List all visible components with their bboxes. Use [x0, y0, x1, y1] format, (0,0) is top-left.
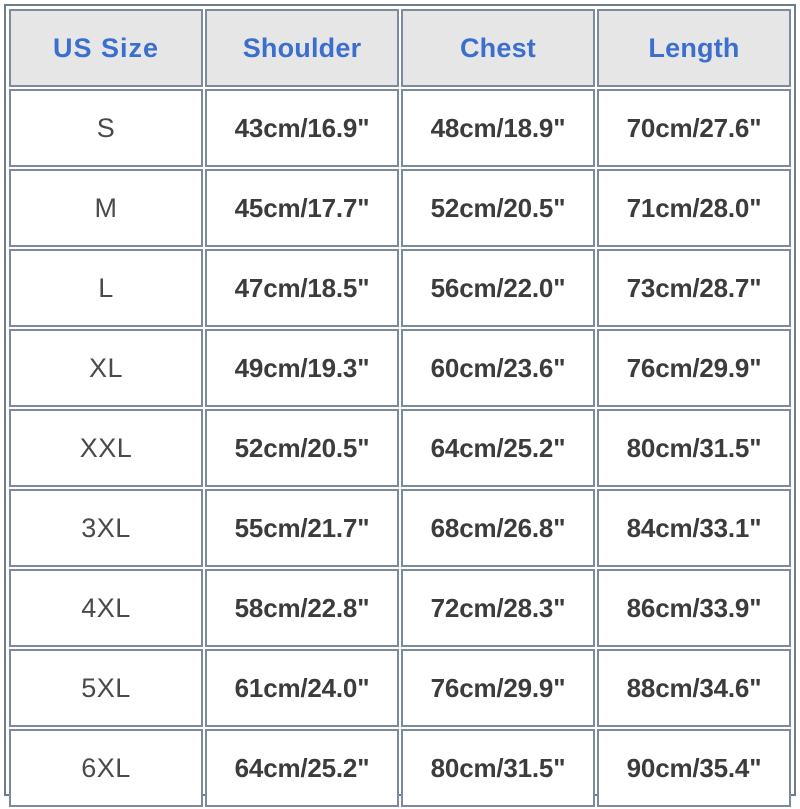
cell-length-value: 88cm/34.6"	[626, 673, 762, 703]
cell-size: 4XL	[9, 569, 203, 647]
cell-shoulder-value: 64cm/25.2"	[234, 753, 370, 783]
cell-chest-value: 60cm/23.6"	[430, 353, 566, 383]
cell-shoulder: 52cm/20.5"	[205, 409, 399, 487]
table-row: 5XL 61cm/24.0" 76cm/29.9" 88cm/34.6"	[9, 649, 791, 727]
cell-length: 86cm/33.9"	[597, 569, 791, 647]
cell-length-value: 80cm/31.5"	[626, 433, 762, 463]
table-body: S 43cm/16.9" 48cm/18.9" 70cm/27.6" M 45c…	[9, 89, 791, 807]
cell-length-value: 90cm/35.4"	[626, 753, 762, 783]
size-chart-table: US Size Shoulder Chest Length S 43cm/16.…	[7, 7, 793, 809]
cell-shoulder: 43cm/16.9"	[205, 89, 399, 167]
table-row: XXL 52cm/20.5" 64cm/25.2" 80cm/31.5"	[9, 409, 791, 487]
cell-size-value: 3XL	[81, 512, 131, 543]
cell-shoulder: 58cm/22.8"	[205, 569, 399, 647]
column-header-us-size-label: US Size	[52, 32, 160, 63]
cell-length: 70cm/27.6"	[597, 89, 791, 167]
table-row: 3XL 55cm/21.7" 68cm/26.8" 84cm/33.1"	[9, 489, 791, 567]
cell-size-value: XL	[88, 352, 124, 383]
cell-length: 84cm/33.1"	[597, 489, 791, 567]
cell-size: S	[9, 89, 203, 167]
cell-shoulder: 49cm/19.3"	[205, 329, 399, 407]
cell-chest-value: 56cm/22.0"	[430, 273, 566, 303]
column-header-us-size: US Size	[9, 9, 203, 87]
cell-chest: 76cm/29.9"	[401, 649, 595, 727]
cell-chest: 64cm/25.2"	[401, 409, 595, 487]
cell-shoulder: 64cm/25.2"	[205, 729, 399, 807]
cell-length-value: 84cm/33.1"	[626, 513, 762, 543]
cell-length-value: 71cm/28.0"	[626, 193, 762, 223]
cell-size-value: 4XL	[81, 592, 131, 623]
cell-shoulder-value: 61cm/24.0"	[234, 673, 370, 703]
cell-length: 88cm/34.6"	[597, 649, 791, 727]
cell-shoulder: 55cm/21.7"	[205, 489, 399, 567]
cell-chest: 56cm/22.0"	[401, 249, 595, 327]
cell-shoulder-value: 52cm/20.5"	[234, 433, 370, 463]
cell-length: 90cm/35.4"	[597, 729, 791, 807]
cell-size: 6XL	[9, 729, 203, 807]
cell-size-value: S	[96, 112, 116, 143]
column-header-chest: Chest	[401, 9, 595, 87]
cell-shoulder-value: 45cm/17.7"	[234, 193, 370, 223]
cell-shoulder: 47cm/18.5"	[205, 249, 399, 327]
cell-length: 71cm/28.0"	[597, 169, 791, 247]
cell-size-value: 6XL	[81, 752, 131, 783]
cell-shoulder: 45cm/17.7"	[205, 169, 399, 247]
column-header-length: Length	[597, 9, 791, 87]
cell-length-value: 86cm/33.9"	[626, 593, 762, 623]
cell-chest-value: 80cm/31.5"	[430, 753, 566, 783]
cell-length-value: 70cm/27.6"	[626, 113, 762, 143]
cell-size: M	[9, 169, 203, 247]
cell-shoulder-value: 55cm/21.7"	[234, 513, 370, 543]
cell-length: 76cm/29.9"	[597, 329, 791, 407]
cell-shoulder-value: 47cm/18.5"	[234, 273, 370, 303]
cell-chest-value: 72cm/28.3"	[430, 593, 566, 623]
cell-shoulder-value: 58cm/22.8"	[234, 593, 370, 623]
cell-length: 80cm/31.5"	[597, 409, 791, 487]
column-header-shoulder-label: Shoulder	[242, 32, 362, 63]
cell-size-value: M	[94, 192, 118, 223]
table-row: 4XL 58cm/22.8" 72cm/28.3" 86cm/33.9"	[9, 569, 791, 647]
cell-size: L	[9, 249, 203, 327]
column-header-chest-label: Chest	[459, 32, 536, 63]
cell-length-value: 73cm/28.7"	[626, 273, 762, 303]
cell-chest: 68cm/26.8"	[401, 489, 595, 567]
table-row: 6XL 64cm/25.2" 80cm/31.5" 90cm/35.4"	[9, 729, 791, 807]
table-header: US Size Shoulder Chest Length	[9, 9, 791, 87]
cell-chest: 52cm/20.5"	[401, 169, 595, 247]
cell-size: XL	[9, 329, 203, 407]
cell-chest: 60cm/23.6"	[401, 329, 595, 407]
cell-length-value: 76cm/29.9"	[626, 353, 762, 383]
cell-chest: 80cm/31.5"	[401, 729, 595, 807]
cell-size: 5XL	[9, 649, 203, 727]
cell-shoulder: 61cm/24.0"	[205, 649, 399, 727]
cell-shoulder-value: 49cm/19.3"	[234, 353, 370, 383]
table-row: S 43cm/16.9" 48cm/18.9" 70cm/27.6"	[9, 89, 791, 167]
table-row: XL 49cm/19.3" 60cm/23.6" 76cm/29.9"	[9, 329, 791, 407]
column-header-length-label: Length	[648, 32, 740, 63]
cell-chest-value: 52cm/20.5"	[430, 193, 566, 223]
cell-chest-value: 48cm/18.9"	[430, 113, 566, 143]
cell-length: 73cm/28.7"	[597, 249, 791, 327]
cell-chest: 72cm/28.3"	[401, 569, 595, 647]
table-row: M 45cm/17.7" 52cm/20.5" 71cm/28.0"	[9, 169, 791, 247]
cell-chest-value: 68cm/26.8"	[430, 513, 566, 543]
cell-shoulder-value: 43cm/16.9"	[234, 113, 370, 143]
size-chart-table-container: US Size Shoulder Chest Length S 43cm/16.…	[4, 4, 796, 807]
cell-size-value: XXL	[79, 432, 133, 463]
cell-size: XXL	[9, 409, 203, 487]
column-header-shoulder: Shoulder	[205, 9, 399, 87]
table-row: L 47cm/18.5" 56cm/22.0" 73cm/28.7"	[9, 249, 791, 327]
cell-size-value: L	[98, 272, 114, 303]
cell-chest: 48cm/18.9"	[401, 89, 595, 167]
table-header-row: US Size Shoulder Chest Length	[9, 9, 791, 87]
cell-chest-value: 64cm/25.2"	[430, 433, 566, 463]
cell-chest-value: 76cm/29.9"	[430, 673, 566, 703]
cell-size-value: 5XL	[81, 672, 131, 703]
cell-size: 3XL	[9, 489, 203, 567]
